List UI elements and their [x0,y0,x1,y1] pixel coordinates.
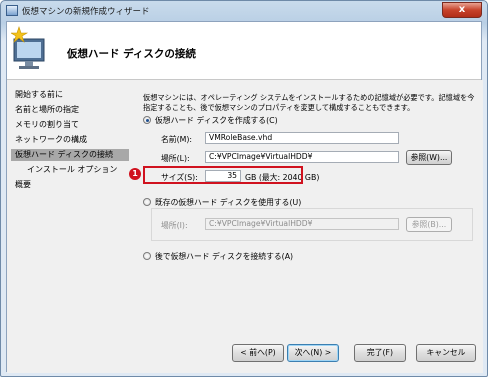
nav-item-before-you-begin[interactable]: 開始する前に [15,89,63,101]
callout-number-badge: 1 [129,168,141,180]
attach-later-radio[interactable] [143,252,151,260]
wizard-step-list: 開始する前に 名前と場所の指定 メモリの割り当て ネットワークの構成 仮想ハード… [7,80,135,373]
nav-item-memory[interactable]: メモリの割り当て [15,119,79,131]
wizard-header: 仮想ハード ディスクの接続 [7,22,481,80]
nav-item-network[interactable]: ネットワークの構成 [15,134,87,146]
nav-item-name-location[interactable]: 名前と場所の指定 [15,104,79,116]
finish-button[interactable]: 完了(F) [354,344,406,362]
attach-later-label[interactable]: 後で仮想ハード ディスクを接続する(A) [155,251,293,262]
page-title: 仮想ハード ディスクの接続 [67,48,196,60]
location-input[interactable]: C:¥VPCImage¥VirtualHDD¥ [205,151,399,163]
existing-location-label: 場所(I): [161,221,188,230]
nav-item-summary[interactable]: 概要 [15,179,31,191]
close-button[interactable]: x [442,2,482,18]
nav-item-install-options[interactable]: インストール オプション [27,164,117,176]
size-highlight-box [143,166,303,184]
monitor-wizard-icon [11,26,45,69]
browse-existing-button[interactable]: 参照(B)... [406,217,452,232]
location-label: 場所(L): [161,154,190,163]
name-label: 名前(M): [161,135,193,144]
title-bar[interactable]: 仮想マシンの新規作成ウィザード x [1,1,487,21]
existing-disk-radio[interactable] [143,198,151,206]
description-text: 仮想マシンには、オペレーティング システムをインストールするための記憶域が必要で… [143,93,475,112]
cancel-button[interactable]: キャンセル [416,344,476,362]
browse-location-button[interactable]: 参照(W)... [406,150,452,165]
next-button[interactable]: 次へ(N) > [287,344,339,362]
wizard-window: 仮想マシンの新規作成ウィザード x 仮想ハード ディスクの接続 開始する前に 名… [0,0,488,377]
wizard-client-area: 仮想ハード ディスクの接続 開始する前に 名前と場所の指定 メモリの割り当て ネ… [6,21,483,373]
name-input[interactable]: VMRoleBase.vhd [205,132,399,144]
previous-button[interactable]: < 前へ(P) [232,344,284,362]
wizard-content: 仮想マシンには、オペレーティング システムをインストールするための記憶域が必要で… [135,80,483,373]
existing-location-input[interactable]: C:¥VPCImage¥VirtualHDD¥ [205,218,399,230]
create-disk-label[interactable]: 仮想ハード ディスクを作成する(C) [155,115,278,126]
create-disk-radio[interactable] [143,116,151,124]
window-icon [6,5,18,16]
existing-disk-label[interactable]: 既存の仮想ハード ディスクを使用する(U) [155,197,301,208]
nav-item-virtual-disk[interactable]: 仮想ハード ディスクの接続 [11,149,129,161]
window-title: 仮想マシンの新規作成ウィザード [22,7,150,17]
